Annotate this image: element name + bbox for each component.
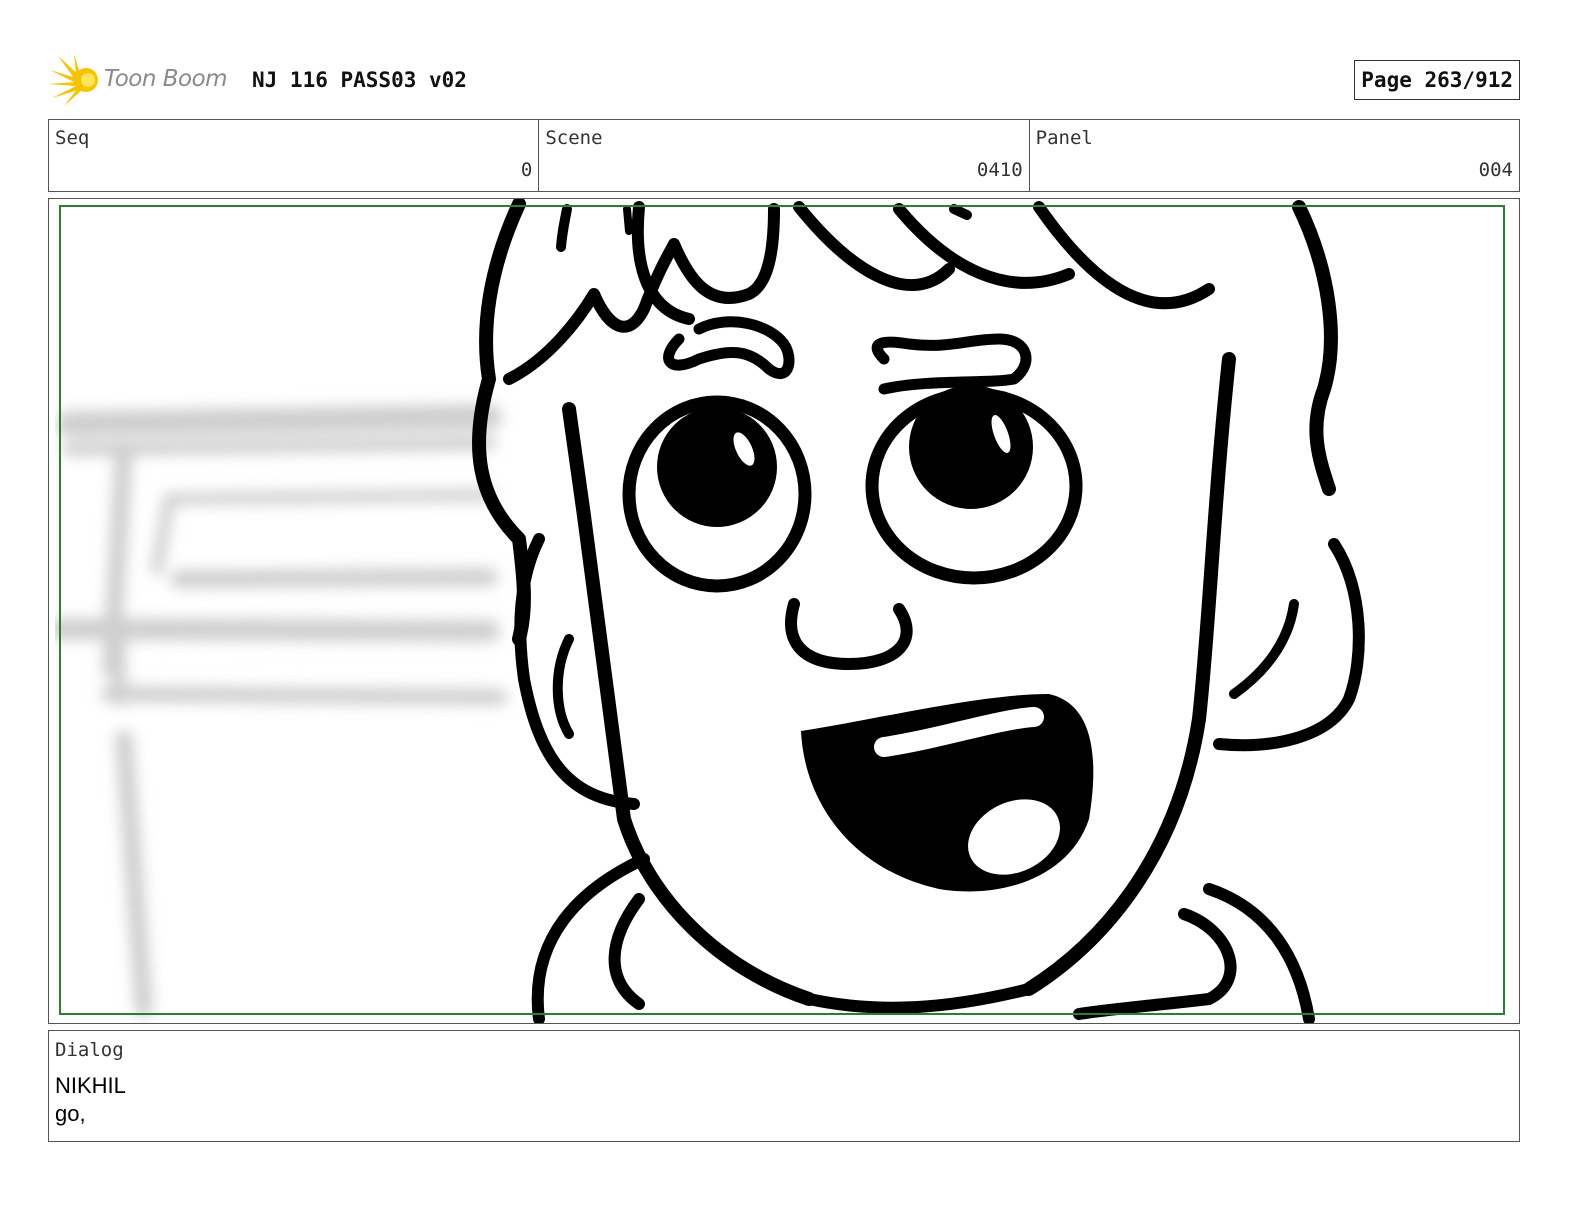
right-pupil (909, 385, 1033, 509)
hair-right-side (1292, 200, 1338, 496)
mouth-shape (801, 694, 1094, 892)
seq-cell: Seq 0 (49, 120, 540, 191)
left-ear-inner (552, 634, 574, 739)
panel-info-row: Seq 0 Scene 0410 Panel 004 (48, 119, 1520, 192)
page-number: Page 263/912 (1354, 60, 1520, 100)
right-ear (1213, 538, 1365, 752)
hair-strand-small-1 (556, 204, 572, 252)
seq-label: Seq (55, 127, 90, 149)
face-chin (803, 983, 1035, 1014)
blurred-background-table (49, 404, 507, 1018)
left-pupil (657, 407, 777, 527)
shirt-collar-left-inner (608, 893, 645, 1010)
left-eyebrow (663, 316, 795, 380)
scene-value: 0410 (976, 159, 1023, 181)
hair-top-strand-4 (1033, 201, 1215, 310)
dialog-speaker: NIKHIL (55, 1073, 126, 1098)
logo-text: Toon Boom (104, 66, 228, 92)
sunburst-icon (48, 54, 98, 106)
document-title: NJ 116 PASS03 v02 (252, 68, 467, 92)
panel-drawing (49, 199, 1365, 1023)
dialog-label: Dialog (55, 1039, 124, 1061)
toon-boom-logo: Toon Boom (48, 52, 238, 108)
right-eyebrow (871, 333, 1032, 395)
dialog-box: Dialog NIKHIL go, (48, 1030, 1520, 1142)
panel-value: 004 (1478, 159, 1513, 181)
dialog-line: go, (55, 1101, 86, 1126)
page-header: Toon Boom NJ 116 PASS03 v02 Page 263/912 (48, 52, 1520, 108)
nose (785, 598, 913, 670)
scene-cell: Scene 0410 (539, 120, 1030, 191)
mouth (801, 694, 1094, 892)
hair-strand-small-2 (623, 205, 633, 235)
storyboard-panel (48, 198, 1520, 1024)
panel-cell: Panel 004 (1030, 120, 1519, 191)
scene-label: Scene (545, 127, 603, 149)
right-ear-inner (1229, 599, 1299, 699)
panel-label: Panel (1035, 127, 1093, 149)
hair-strand-small-3 (949, 204, 972, 220)
seq-value: 0 (520, 159, 533, 181)
face-right-cheek (1022, 352, 1236, 996)
